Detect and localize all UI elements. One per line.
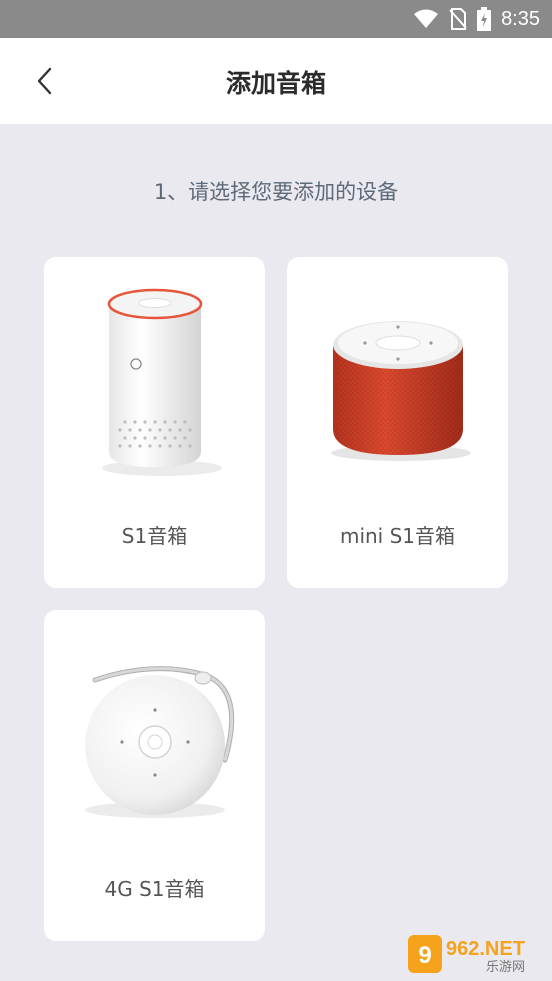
status-bar: 8:35 bbox=[0, 0, 552, 38]
no-sim-icon bbox=[449, 8, 467, 30]
status-time: 8:35 bbox=[501, 7, 540, 30]
device-label: S1音箱 bbox=[121, 524, 188, 548]
device-card-mini-s1[interactable]: mini S1音箱 bbox=[287, 257, 508, 588]
instruction-text: 1、请选择您要添加的设备 bbox=[153, 180, 399, 204]
battery-charging-icon bbox=[477, 7, 492, 31]
watermark-top-text: 962.NET bbox=[446, 938, 525, 960]
watermark-logo: 9 962.NET 乐游网 bbox=[406, 933, 546, 975]
mini-s1-speaker-image bbox=[287, 257, 508, 507]
device-card-s1[interactable]: S1音箱 bbox=[44, 257, 265, 588]
wifi-icon bbox=[414, 9, 439, 28]
device-card-4g-s1[interactable]: 4G S1音箱 bbox=[44, 610, 265, 941]
s1-speaker-image bbox=[44, 257, 265, 507]
nav-bar: 添加音箱 bbox=[0, 38, 552, 124]
page-title: 添加音箱 bbox=[225, 69, 326, 98]
4g-s1-speaker-image bbox=[44, 610, 265, 860]
status-icons: 8:35 bbox=[413, 0, 540, 38]
watermark-logo-mark: 9 bbox=[418, 942, 431, 969]
device-label: mini S1音箱 bbox=[339, 524, 456, 548]
watermark-bottom-text: 乐游网 bbox=[486, 960, 525, 975]
device-label: 4G S1音箱 bbox=[104, 877, 205, 901]
